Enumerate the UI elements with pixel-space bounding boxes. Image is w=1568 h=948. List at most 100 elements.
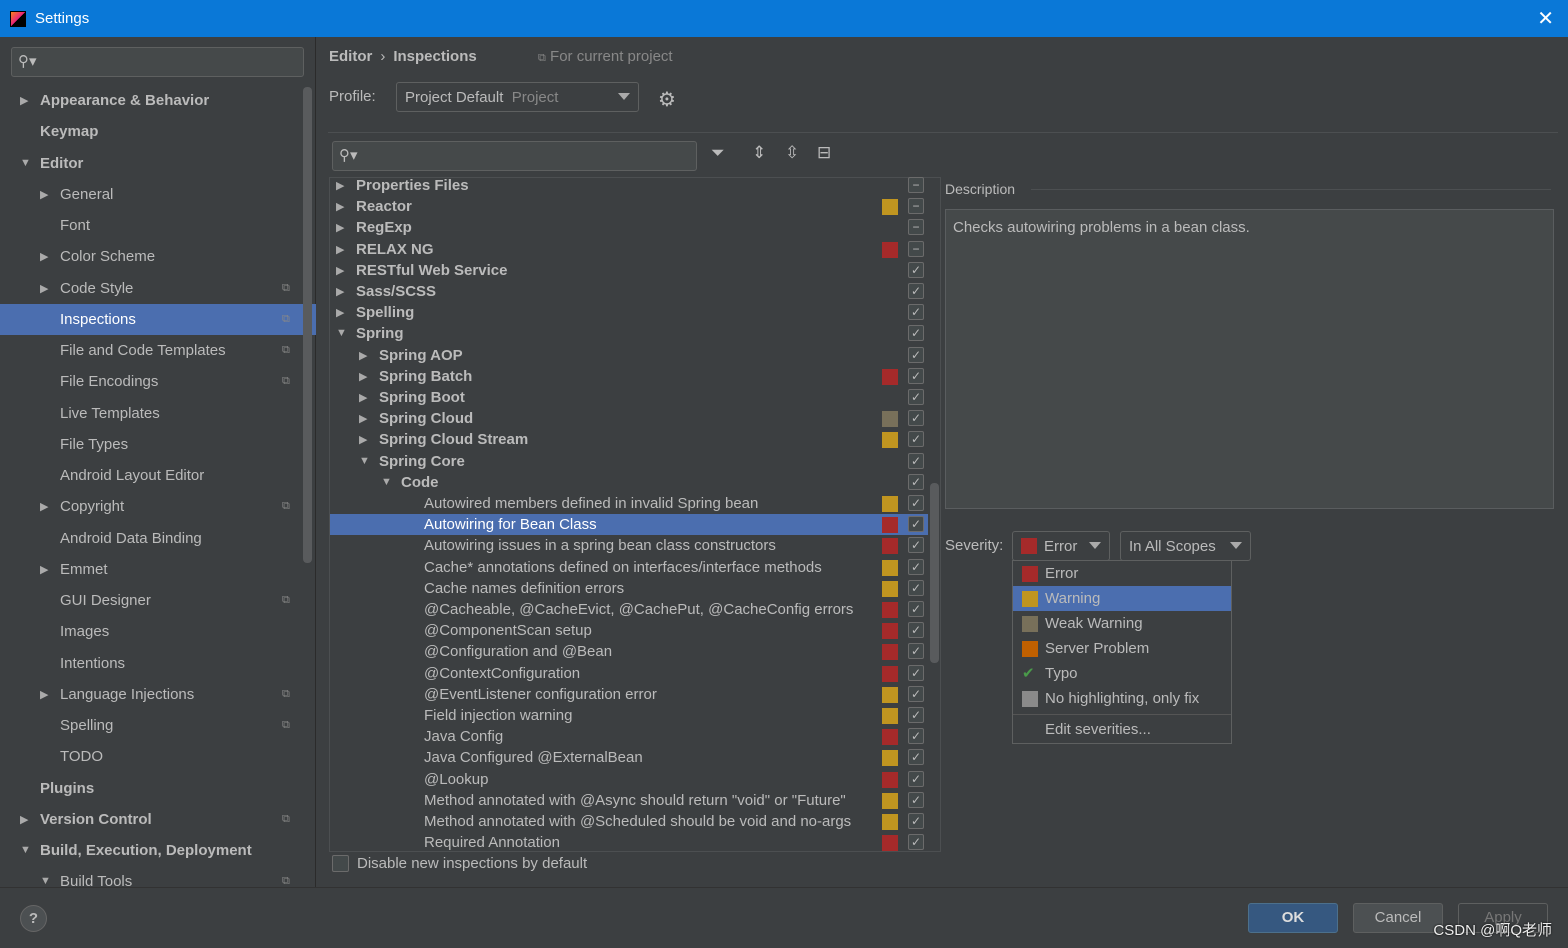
sidebar-item[interactable]: ▶ Code Style ⧉ xyxy=(0,273,316,304)
enabled-checkbox[interactable]: ✓ xyxy=(908,431,924,448)
tree-row[interactable]: ▼ Spring ✓ xyxy=(330,323,928,344)
chevron-down-icon[interactable]: ▼ xyxy=(381,476,392,488)
chevron-right-icon[interactable]: ▶ xyxy=(336,179,344,192)
chevron-right-icon[interactable]: ▶ xyxy=(40,500,48,513)
tree-row[interactable]: @ComponentScan setup ✓ xyxy=(330,620,928,641)
sidebar-item[interactable]: Android Layout Editor xyxy=(0,460,316,491)
enabled-checkbox[interactable]: ✓ xyxy=(908,707,924,723)
chevron-right-icon[interactable]: ▶ xyxy=(359,370,367,383)
severity-dropdown[interactable]: Error xyxy=(1012,531,1110,561)
tree-row[interactable]: Field injection warning ✓ xyxy=(330,705,928,726)
enabled-checkbox[interactable]: ✓ xyxy=(908,537,924,554)
tree-row[interactable]: Autowiring issues in a spring bean class… xyxy=(330,535,928,556)
enabled-checkbox[interactable]: ✓ xyxy=(908,749,924,766)
close-icon[interactable]: ✕ xyxy=(1537,6,1554,31)
enabled-checkbox[interactable]: ✓ xyxy=(908,643,924,660)
tree-row[interactable]: ▼ Code ✓ xyxy=(330,472,928,493)
chevron-right-icon[interactable]: ▶ xyxy=(20,94,28,107)
enabled-checkbox[interactable]: − xyxy=(908,219,924,236)
enabled-checkbox[interactable]: ✓ xyxy=(908,516,924,533)
chevron-right-icon[interactable]: ▶ xyxy=(359,349,367,362)
enabled-checkbox[interactable]: ✓ xyxy=(908,452,924,469)
sidebar-item[interactable]: ▶ Color Scheme xyxy=(0,241,316,272)
enabled-checkbox[interactable]: ✓ xyxy=(908,389,924,405)
tree-row[interactable]: ▶ Sass/SCSS ✓ xyxy=(330,281,928,302)
gear-icon[interactable]: ⚙ xyxy=(658,87,676,112)
tree-row[interactable]: ▶ Spring Cloud Stream ✓ xyxy=(330,429,928,450)
edit-severities-item[interactable]: Edit severities... xyxy=(1013,714,1231,744)
chevron-right-icon[interactable]: ▶ xyxy=(359,391,367,404)
severity-option[interactable]: Weak Warning xyxy=(1013,611,1231,636)
enabled-checkbox[interactable]: ✓ xyxy=(908,834,924,851)
tree-row[interactable]: @Cacheable, @CacheEvict, @CachePut, @Cac… xyxy=(330,599,928,620)
enabled-checkbox[interactable]: ✓ xyxy=(908,601,924,617)
enabled-checkbox[interactable]: ✓ xyxy=(908,410,924,427)
enabled-checkbox[interactable]: ✓ xyxy=(908,495,924,511)
enabled-checkbox[interactable]: ✓ xyxy=(908,304,924,321)
tree-row[interactable]: ▶ RegExp − xyxy=(330,217,928,238)
sidebar-item[interactable]: Plugins xyxy=(0,773,316,804)
tree-row[interactable]: Java Config ✓ xyxy=(330,726,928,747)
tree-row[interactable]: ▶ Spelling ✓ xyxy=(330,302,928,323)
sidebar-item[interactable]: File Types xyxy=(0,429,316,460)
severity-option[interactable]: Error xyxy=(1013,561,1231,586)
enabled-checkbox[interactable]: − xyxy=(908,177,924,193)
tree-row[interactable]: ▶ Spring Boot ✓ xyxy=(330,387,928,408)
enabled-checkbox[interactable]: ✓ xyxy=(908,622,924,639)
collapse-all-icon[interactable]: ⇳ xyxy=(785,143,799,163)
help-button[interactable]: ? xyxy=(20,905,47,932)
disable-new-inspections[interactable]: Disable new inspections by default xyxy=(332,855,587,872)
tree-row[interactable]: Autowired members defined in invalid Spr… xyxy=(330,493,928,514)
sidebar-item[interactable]: ▶ General xyxy=(0,179,316,210)
tree-row[interactable]: ▼ Spring Core ✓ xyxy=(330,451,928,472)
enabled-checkbox[interactable]: ✓ xyxy=(908,261,924,278)
tree-row[interactable]: @Configuration and @Bean ✓ xyxy=(330,641,928,662)
sidebar-item[interactable]: File Encodings ⧉ xyxy=(0,366,316,397)
sidebar-item[interactable]: Spelling ⧉ xyxy=(0,710,316,741)
chevron-right-icon[interactable]: ▶ xyxy=(40,250,48,263)
sidebar-item[interactable]: File and Code Templates ⧉ xyxy=(0,335,316,366)
severity-option[interactable]: Warning xyxy=(1013,586,1231,611)
severity-option[interactable]: ✔ Typo xyxy=(1013,661,1231,686)
sidebar-item[interactable]: Images xyxy=(0,616,316,647)
tree-row[interactable]: Method annotated with @Async should retu… xyxy=(330,790,928,811)
inspection-search-input[interactable]: ⚲▾ xyxy=(332,141,697,171)
sidebar-item[interactable]: ▶ Language Injections ⧉ xyxy=(0,679,316,710)
chevron-down-icon[interactable]: ▼ xyxy=(336,327,347,339)
sidebar-item[interactable]: GUI Designer ⧉ xyxy=(0,585,316,616)
scope-dropdown[interactable]: In All Scopes xyxy=(1120,531,1251,561)
enabled-checkbox[interactable]: ✓ xyxy=(908,558,924,575)
sidebar-item[interactable]: Intentions xyxy=(0,648,316,679)
sidebar-item[interactable]: ▶ Copyright ⧉ xyxy=(0,491,316,522)
disable-new-checkbox[interactable] xyxy=(332,855,349,872)
enabled-checkbox[interactable]: ✓ xyxy=(908,813,924,829)
enabled-checkbox[interactable]: ✓ xyxy=(908,791,924,808)
chevron-right-icon[interactable]: ▶ xyxy=(40,188,48,201)
sidebar-item[interactable]: TODO xyxy=(0,741,316,772)
sidebar-item[interactable]: ▶ Version Control ⧉ xyxy=(0,804,316,835)
tree-row[interactable]: ▶ Reactor − xyxy=(330,196,928,217)
enabled-checkbox[interactable]: ✓ xyxy=(908,579,924,596)
chevron-right-icon[interactable]: ▶ xyxy=(336,221,344,234)
tree-row[interactable]: ▶ Spring Cloud ✓ xyxy=(330,408,928,429)
chevron-down-icon[interactable]: ▼ xyxy=(359,455,370,467)
severity-option[interactable]: Server Problem xyxy=(1013,636,1231,661)
enabled-checkbox[interactable]: ✓ xyxy=(908,283,924,299)
tree-row[interactable]: @EventListener configuration error ✓ xyxy=(330,684,928,705)
reset-icon[interactable]: ⊟ xyxy=(817,143,831,163)
ok-button[interactable]: OK xyxy=(1248,903,1338,933)
sidebar-item[interactable]: ▶ Appearance & Behavior xyxy=(0,85,316,116)
sidebar-item[interactable]: ▼ Build, Execution, Deployment xyxy=(0,835,316,866)
enabled-checkbox[interactable]: ✓ xyxy=(908,685,924,702)
enabled-checkbox[interactable]: ✓ xyxy=(908,770,924,787)
tree-row[interactable]: @ContextConfiguration ✓ xyxy=(330,663,928,684)
chevron-right-icon[interactable]: ▶ xyxy=(336,243,344,256)
chevron-right-icon[interactable]: ▶ xyxy=(336,306,344,319)
chevron-down-icon[interactable]: ▼ xyxy=(20,844,31,856)
tree-scrollbar[interactable] xyxy=(930,483,939,663)
enabled-checkbox[interactable]: ✓ xyxy=(908,473,924,490)
profile-dropdown[interactable]: Project Default Project xyxy=(396,82,639,112)
tree-row[interactable]: Method annotated with @Scheduled should … xyxy=(330,811,928,832)
tree-row[interactable]: ▶ Properties Files − xyxy=(330,175,928,196)
chevron-right-icon[interactable]: ▶ xyxy=(20,813,28,826)
